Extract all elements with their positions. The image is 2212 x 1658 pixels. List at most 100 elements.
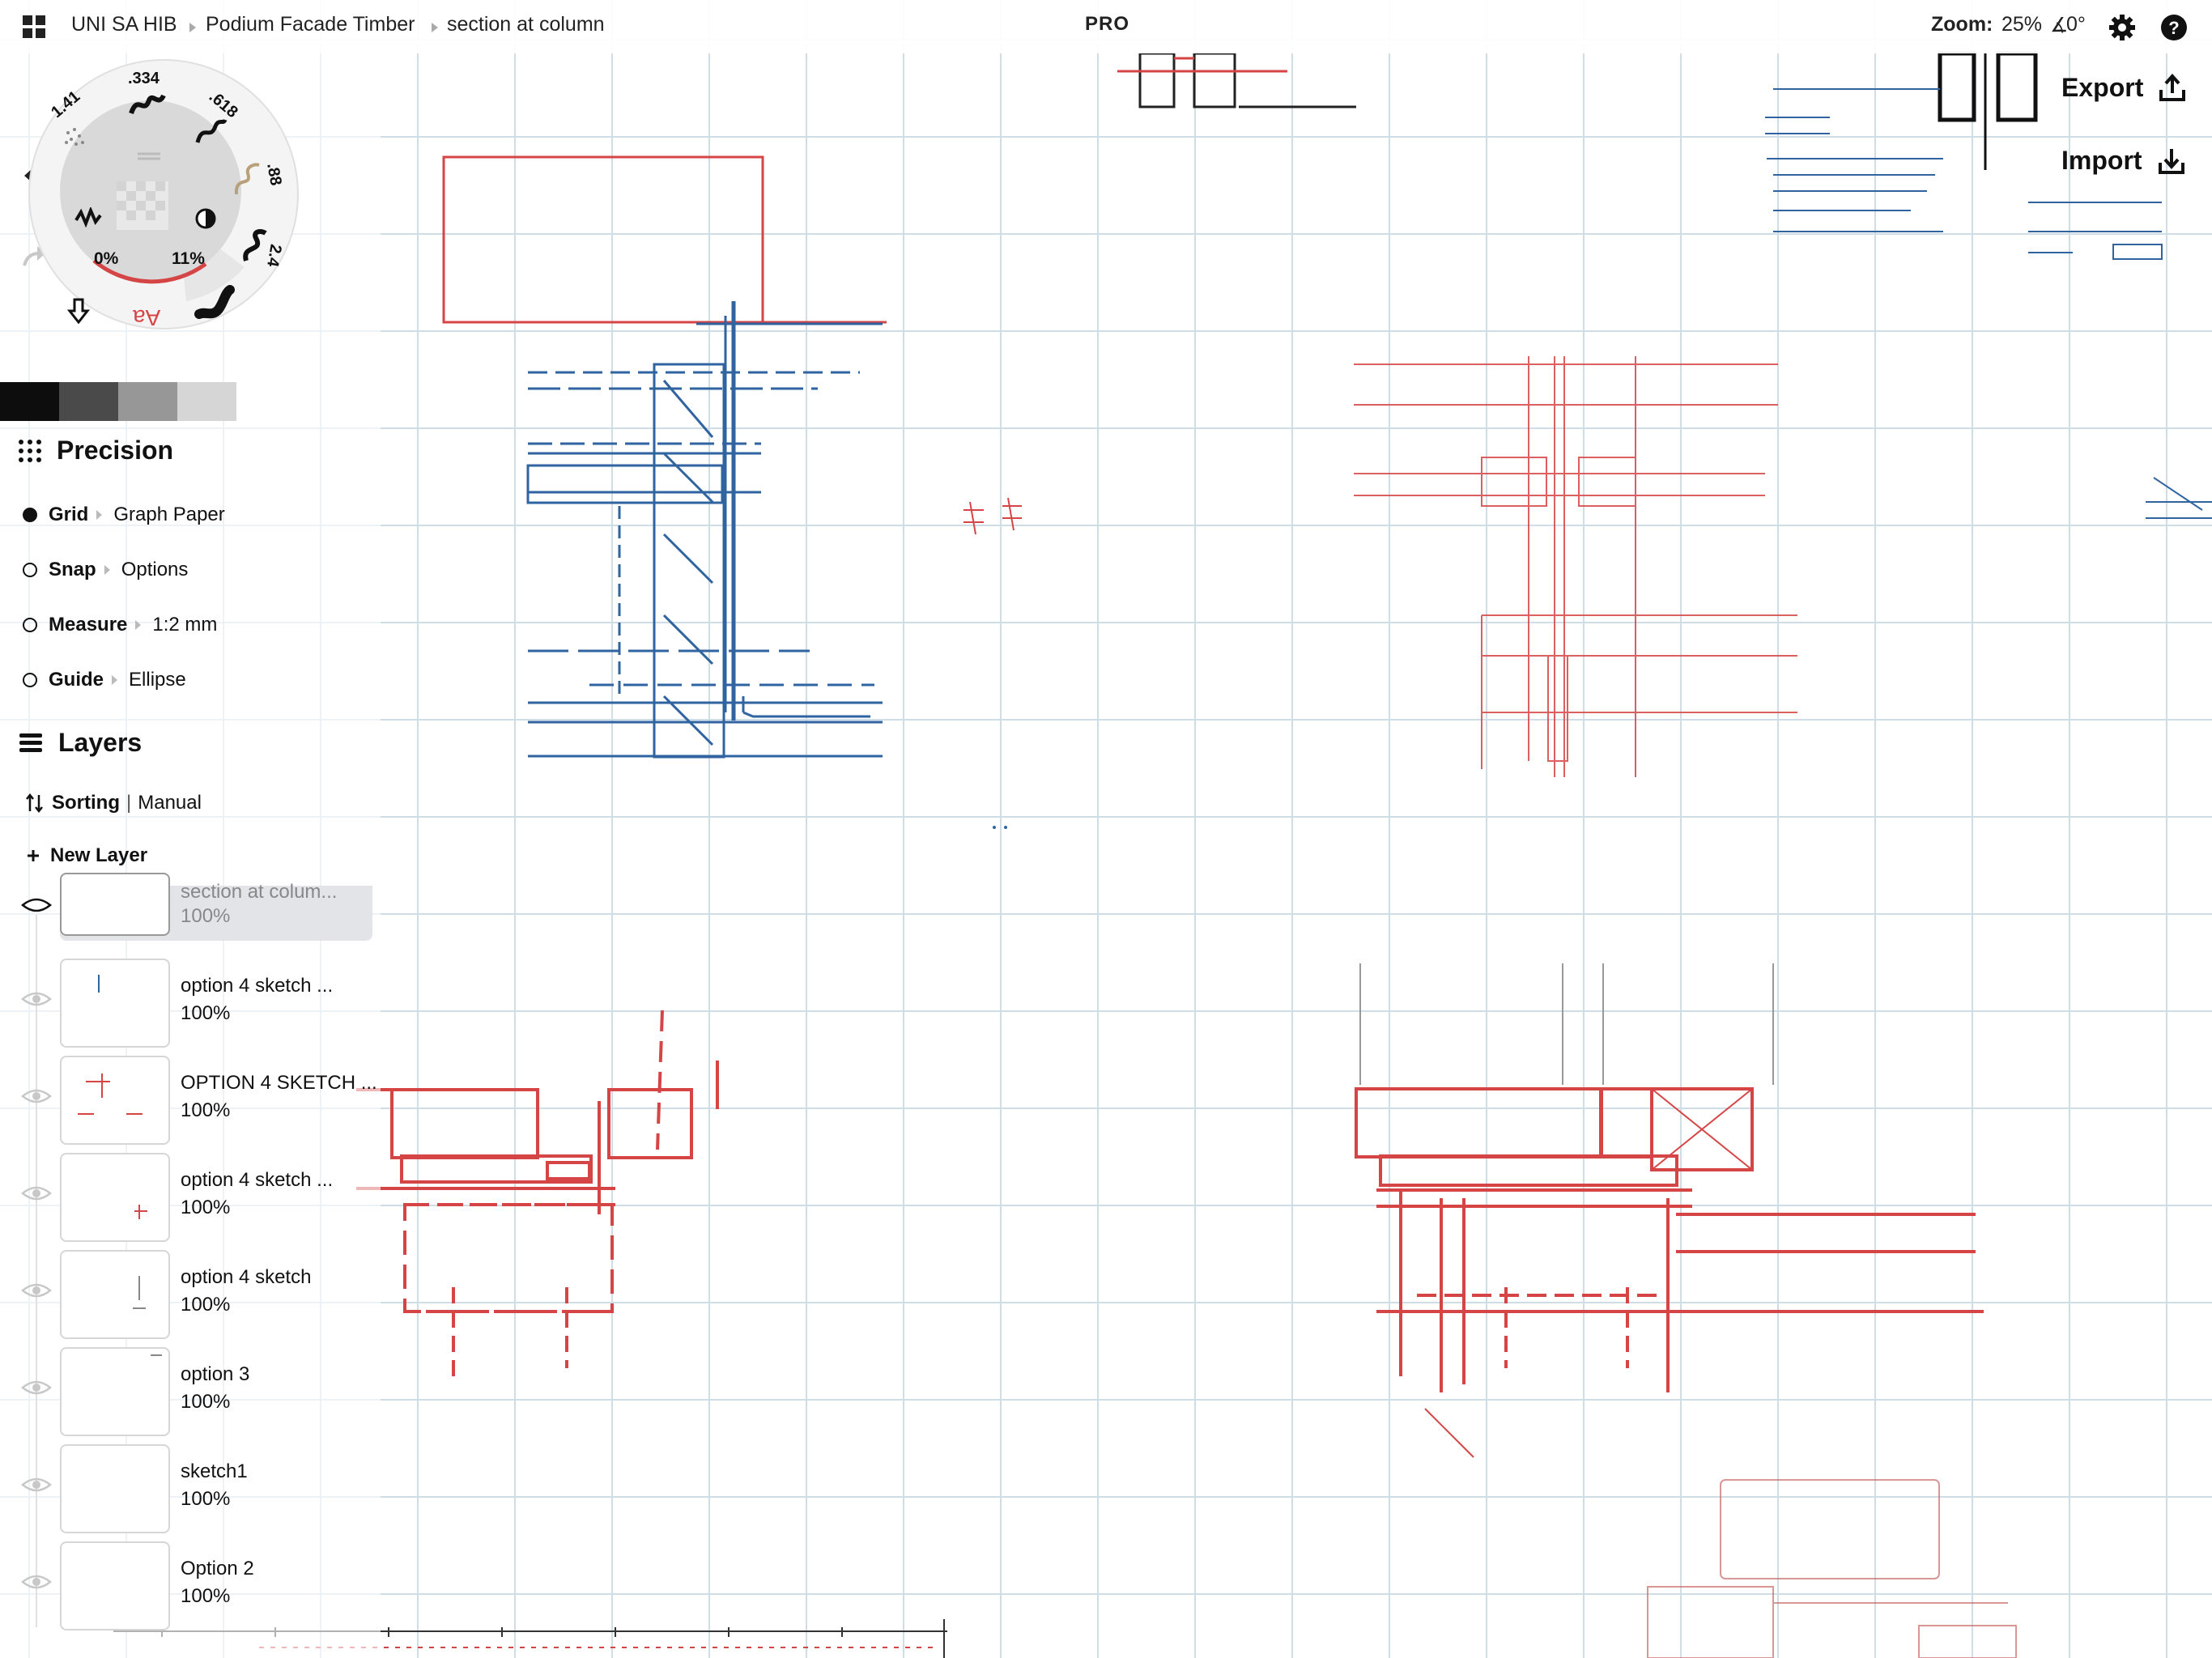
- sketch-red-plan-top: [1354, 356, 1797, 777]
- layer-name[interactable]: option 4 sketch ...: [181, 1169, 333, 1192]
- layer-opacity[interactable]: 100%: [181, 1391, 230, 1414]
- layer-name[interactable]: option 4 sketch ...: [181, 975, 333, 997]
- eye-icon[interactable]: [21, 1086, 52, 1106]
- opacity-stroke-icon[interactable]: [74, 207, 104, 228]
- layer-item[interactable]: option 4 sketch ... 100%: [0, 959, 381, 1056]
- guide-label: Guide: [49, 669, 104, 691]
- stroke-preview-icon: [129, 94, 166, 115]
- layer-item[interactable]: Option 2 100%: [0, 1541, 381, 1639]
- breadcrumb-drawing[interactable]: Podium Facade Timber: [206, 13, 415, 36]
- color-swatch-light-gray[interactable]: [177, 382, 236, 421]
- layer-item[interactable]: option 3 100%: [0, 1347, 381, 1444]
- layer-opacity[interactable]: 100%: [181, 1294, 230, 1316]
- precision-row-measure[interactable]: Measure 1:2 mm: [23, 614, 217, 636]
- layer-name[interactable]: option 3: [181, 1363, 249, 1386]
- color-swatch-black[interactable]: [0, 382, 59, 421]
- precision-row-grid[interactable]: Grid Graph Paper: [23, 504, 225, 526]
- stroke-preview-icon: [243, 229, 267, 261]
- gear-icon[interactable]: [2108, 14, 2136, 41]
- layer-opacity[interactable]: 100%: [181, 1585, 230, 1608]
- disclosure-arrow-icon: [135, 620, 142, 630]
- eye-icon[interactable]: [21, 1475, 52, 1494]
- measure-value[interactable]: 1:2 mm: [152, 614, 217, 636]
- brush-size-88[interactable]: .88: [262, 162, 284, 187]
- layer-thumbnail[interactable]: [60, 1153, 170, 1242]
- smoothing-value[interactable]: 11%: [172, 249, 205, 269]
- export-button[interactable]: Export: [2061, 73, 2187, 103]
- sketch-red-bottom-left: [356, 1010, 719, 1376]
- sorting-row[interactable]: Sorting | Manual: [26, 792, 202, 814]
- app-title[interactable]: UNI SA HIB: [71, 13, 177, 36]
- eye-icon[interactable]: [21, 1572, 52, 1592]
- layer-name[interactable]: OPTION 4 SKETCH ...: [181, 1072, 377, 1095]
- import-icon: [2158, 148, 2184, 174]
- snap-value[interactable]: Options: [121, 559, 189, 581]
- layer-thumbnail[interactable]: [60, 1250, 170, 1339]
- layer-item[interactable]: OPTION 4 SKETCH ... 100%: [0, 1056, 381, 1153]
- grid-radio[interactable]: [23, 508, 37, 522]
- eye-hidden-icon[interactable]: [21, 895, 52, 915]
- layer-opacity[interactable]: 100%: [181, 1488, 230, 1511]
- eye-icon[interactable]: [21, 1184, 52, 1203]
- layer-name[interactable]: option 4 sketch: [181, 1266, 311, 1289]
- zoom-value[interactable]: 25%: [2001, 13, 2042, 36]
- layers-title: Layers: [58, 728, 143, 757]
- breadcrumb-separator-icon: [432, 23, 438, 32]
- contrast-icon[interactable]: [194, 207, 217, 230]
- breadcrumb-separator-icon: [189, 23, 196, 32]
- layer-opacity[interactable]: 100%: [181, 1002, 230, 1025]
- brush-size-334[interactable]: .334: [128, 70, 160, 88]
- help-icon[interactable]: ?: [2160, 14, 2188, 41]
- gallery-grid-icon[interactable]: [23, 15, 47, 40]
- grid-value[interactable]: Graph Paper: [113, 504, 224, 526]
- layer-item[interactable]: sketch1 100%: [0, 1444, 381, 1541]
- eye-icon[interactable]: [21, 989, 52, 1009]
- snap-radio[interactable]: [23, 563, 37, 577]
- layer-thumbnail[interactable]: [60, 959, 170, 1048]
- eye-icon[interactable]: [21, 1281, 52, 1300]
- layer-opacity[interactable]: 100%: [181, 905, 230, 928]
- text-tool[interactable]: Aa: [133, 304, 160, 330]
- layer-thumbnail[interactable]: [60, 873, 170, 936]
- breadcrumb-layer[interactable]: section at column: [447, 13, 605, 36]
- sketch-blue-section: [442, 155, 887, 759]
- eraser-arrow-icon[interactable]: [66, 298, 91, 324]
- pro-badge[interactable]: PRO: [1085, 13, 1129, 36]
- guide-radio[interactable]: [23, 673, 37, 687]
- precision-row-guide[interactable]: Guide Ellipse: [23, 669, 186, 691]
- layer-name[interactable]: section at colum...: [181, 881, 337, 903]
- stroke-preview-icon: [194, 285, 235, 319]
- export-icon: [2159, 73, 2186, 101]
- layer-thumbnail[interactable]: [60, 1444, 170, 1533]
- snap-label: Snap: [49, 559, 96, 580]
- precision-row-snap[interactable]: Snap Options: [23, 559, 188, 581]
- layer-item[interactable]: option 4 sketch ... 100%: [0, 1153, 381, 1250]
- import-button[interactable]: Import: [2061, 146, 2186, 176]
- layers-header[interactable]: Layers: [18, 728, 142, 758]
- measure-radio[interactable]: [23, 618, 37, 632]
- layer-name[interactable]: Option 2: [181, 1558, 254, 1580]
- color-swatch-dark-gray[interactable]: [59, 382, 118, 421]
- new-layer-button[interactable]: New Layer: [26, 844, 147, 867]
- guide-value[interactable]: Ellipse: [129, 669, 186, 691]
- disclosure-arrow-icon: [96, 510, 103, 520]
- opacity-value[interactable]: 0%: [94, 249, 118, 269]
- sorting-value[interactable]: Manual: [138, 792, 202, 814]
- sketch-pencil-notes: [1647, 1479, 2017, 1658]
- layer-thumbnail[interactable]: [60, 1541, 170, 1630]
- disclosure-arrow-icon: [112, 675, 118, 685]
- eye-icon[interactable]: [21, 1378, 52, 1397]
- layer-item[interactable]: option 4 sketch 100%: [0, 1250, 381, 1347]
- precision-header[interactable]: Precision: [18, 436, 173, 466]
- sketch-notes-top-right: [1765, 51, 2212, 519]
- rotation-value[interactable]: 0°: [2066, 13, 2086, 36]
- layer-name[interactable]: sketch1: [181, 1460, 248, 1483]
- color-swatch-gray[interactable]: [118, 382, 177, 421]
- brush-wheel[interactable]: .334 .618 .88 2.4 1.41 0% 11% Aa: [28, 58, 300, 330]
- sorting-divider: |: [126, 792, 132, 814]
- layer-opacity[interactable]: 100%: [181, 1099, 230, 1122]
- dots-grid-icon: [19, 439, 41, 462]
- layer-thumbnail[interactable]: [60, 1056, 170, 1145]
- layer-opacity[interactable]: 100%: [181, 1197, 230, 1219]
- layer-thumbnail[interactable]: [60, 1347, 170, 1436]
